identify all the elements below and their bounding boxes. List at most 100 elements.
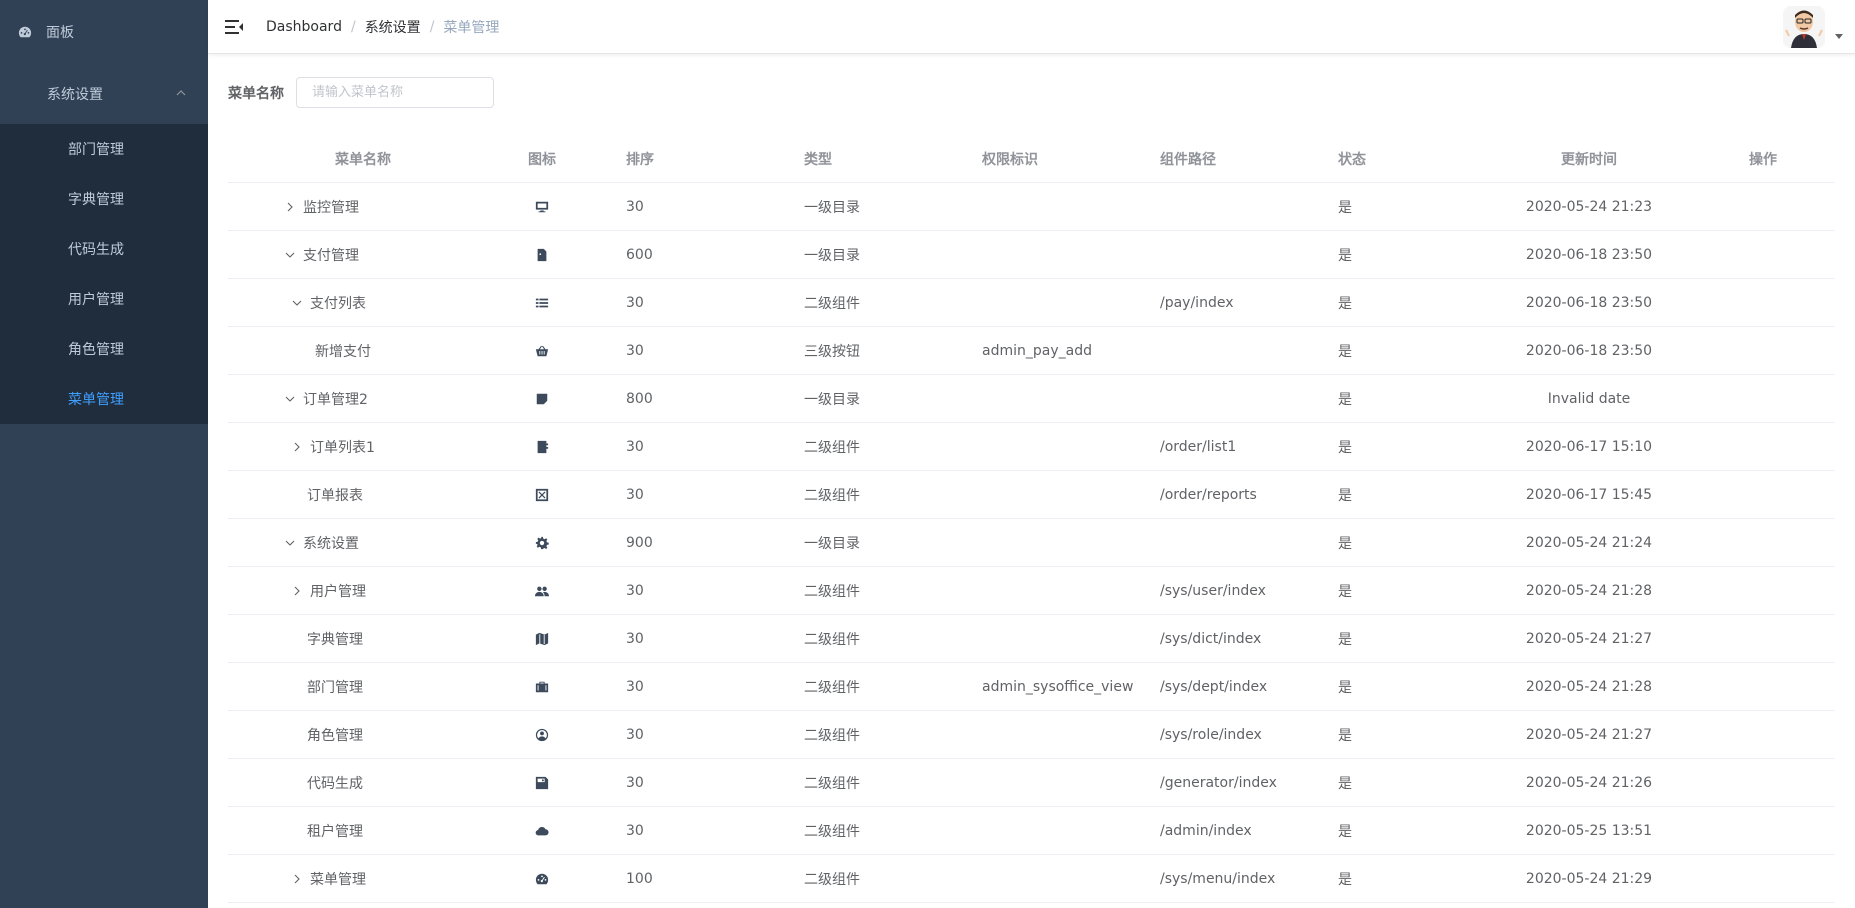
menu-name: 支付管理 bbox=[303, 247, 359, 264]
name-cell: 订单管理2 bbox=[228, 375, 478, 422]
order-cell: 30 bbox=[626, 822, 644, 839]
table-row: 支付管理 600 一级目录 是 2020-06-18 23:50 bbox=[228, 231, 1834, 279]
chevron-right-icon[interactable] bbox=[290, 874, 304, 884]
table-row: 支付列表 30 二级组件/pay/index 是 2020-06-18 23:50 bbox=[228, 279, 1834, 327]
table-row: 订单管理2 800 一级目录 是 Invalid date bbox=[228, 375, 1834, 423]
column-header: 菜单名称 bbox=[228, 135, 478, 182]
menu-name-search-input[interactable] bbox=[296, 77, 494, 108]
update-time-cell: 2020-05-25 13:51 bbox=[1525, 822, 1653, 839]
order-cell: 30 bbox=[626, 582, 644, 599]
sidebar-subitem[interactable]: 字典管理 bbox=[0, 174, 208, 224]
column-header: 排序 bbox=[626, 151, 654, 168]
chevron-right-icon[interactable] bbox=[290, 442, 304, 452]
avatar[interactable] bbox=[1783, 6, 1825, 48]
menu-table: 菜单名称 图标 排序 类型 权限标识 组件路径 状态 更新时间 操作 监控管理 3… bbox=[228, 135, 1834, 903]
type-cell: 二级组件 bbox=[804, 583, 860, 600]
chevron-down-icon[interactable] bbox=[283, 539, 297, 547]
table-row: 租户管理 30 二级组件/admin/index 是 2020-05-25 13:51 bbox=[228, 807, 1834, 855]
sidebar-subitem[interactable]: 用户管理 bbox=[0, 274, 208, 324]
component-path-cell: /sys/dept/index bbox=[1160, 678, 1268, 695]
name-cell: 字典管理 bbox=[228, 615, 478, 662]
gear-icon bbox=[535, 536, 549, 550]
type-cell: 二级组件 bbox=[804, 487, 860, 504]
caret-down-icon[interactable] bbox=[1835, 32, 1843, 43]
chevron-right-icon[interactable] bbox=[290, 586, 304, 596]
type-cell: 二级组件 bbox=[804, 727, 860, 744]
status-cell: 是 bbox=[1338, 631, 1352, 648]
name-cell: 代码生成 bbox=[228, 759, 478, 806]
component-path-cell: /sys/user/index bbox=[1160, 582, 1266, 599]
chevron-right-icon[interactable] bbox=[283, 202, 297, 212]
icon-cell bbox=[478, 296, 606, 310]
tree-node: 字典管理 bbox=[307, 629, 363, 649]
sidebar-subitem[interactable]: 部门管理 bbox=[0, 124, 208, 174]
update-time-cell: 2020-06-18 23:50 bbox=[1525, 294, 1653, 311]
order-cell: 30 bbox=[626, 486, 644, 503]
breadcrumb-dashboard[interactable]: Dashboard bbox=[266, 19, 342, 35]
column-header: 状态 bbox=[1338, 151, 1366, 168]
menu-name: 代码生成 bbox=[307, 775, 363, 792]
menu-name: 部门管理 bbox=[307, 679, 363, 696]
search-form: 菜单名称 bbox=[228, 77, 494, 108]
menu-name: 角色管理 bbox=[307, 727, 363, 744]
type-cell: 二级组件 bbox=[804, 439, 860, 456]
column-header: 权限标识 bbox=[982, 151, 1038, 168]
order-cell: 30 bbox=[626, 678, 644, 695]
table-row: 系统设置 900 一级目录 是 2020-05-24 21:24 bbox=[228, 519, 1834, 567]
table-row: 角色管理 30 二级组件/sys/role/index 是 2020-05-24 21:… bbox=[228, 711, 1834, 759]
type-cell: 二级组件 bbox=[804, 679, 860, 696]
component-path-cell: /admin/index bbox=[1160, 822, 1252, 839]
menu-name: 字典管理 bbox=[307, 631, 363, 648]
table-row: 新增支付 30 三级按钮 admin_pay_add 是 2020-06-18 23:50 bbox=[228, 327, 1834, 375]
column-header: 操作 bbox=[1749, 151, 1777, 168]
icon-cell bbox=[478, 248, 606, 262]
name-cell: 租户管理 bbox=[228, 807, 478, 854]
chevron-down-icon[interactable] bbox=[290, 299, 304, 307]
breadcrumb-current: 菜单管理 bbox=[443, 19, 500, 36]
icon-cell bbox=[478, 872, 606, 886]
status-cell: 是 bbox=[1338, 535, 1352, 552]
type-cell: 三级按钮 bbox=[804, 343, 860, 360]
status-cell: 是 bbox=[1338, 679, 1352, 696]
avatar-dropdown[interactable] bbox=[1783, 6, 1843, 48]
table-row: 订单列表1 30 二级组件/order/list1 是 2020-06-17 15:10 bbox=[228, 423, 1834, 471]
component-path-cell: /sys/dict/index bbox=[1160, 630, 1262, 647]
update-time-cell: 2020-05-24 21:29 bbox=[1525, 870, 1653, 887]
sidebar-group-label: 系统设置 bbox=[47, 87, 103, 103]
breadcrumb-separator: / bbox=[350, 18, 356, 35]
update-time-cell: 2020-05-24 21:28 bbox=[1525, 582, 1653, 599]
column-header: 组件路径 bbox=[1160, 151, 1216, 168]
table-row: 用户管理 30 二级组件/sys/user/index 是 2020-05-24 21:… bbox=[228, 567, 1834, 615]
update-time-cell: 2020-06-17 15:10 bbox=[1525, 438, 1653, 455]
sidebar-item-label: 面板 bbox=[46, 25, 74, 41]
chevron-down-icon[interactable] bbox=[283, 251, 297, 259]
status-cell: 是 bbox=[1338, 391, 1352, 408]
hamburger-icon[interactable] bbox=[224, 17, 244, 37]
sidebar-group-system-settings[interactable]: 系统设置 bbox=[0, 64, 208, 124]
component-path-cell: /order/list1 bbox=[1160, 438, 1237, 455]
close-box-icon bbox=[535, 488, 549, 502]
icon-cell bbox=[478, 344, 606, 358]
order-cell: 30 bbox=[626, 294, 644, 311]
breadcrumb-separator: / bbox=[429, 18, 435, 35]
order-cell: 30 bbox=[626, 726, 644, 743]
order-cell: 900 bbox=[626, 534, 653, 551]
sidebar-subitem[interactable]: 菜单管理 bbox=[0, 374, 208, 424]
note-icon bbox=[535, 392, 549, 406]
icon-cell bbox=[478, 392, 606, 406]
status-cell: 是 bbox=[1338, 247, 1352, 264]
type-cell: 二级组件 bbox=[804, 631, 860, 648]
table-body: 监控管理 30 一级目录是 2020-05-24 21:23 支付管理 600 一级目录是 2… bbox=[228, 183, 1834, 903]
update-time-cell: 2020-06-17 15:45 bbox=[1525, 486, 1653, 503]
search-label: 菜单名称 bbox=[228, 85, 284, 102]
type-cell: 二级组件 bbox=[804, 775, 860, 792]
sidebar-subitem[interactable]: 代码生成 bbox=[0, 224, 208, 274]
menu-name: 订单列表1 bbox=[310, 439, 375, 456]
sidebar-item-dashboard[interactable]: 面板 bbox=[0, 0, 208, 64]
update-time-cell: 2020-05-24 21:26 bbox=[1525, 774, 1653, 791]
chevron-down-icon[interactable] bbox=[283, 395, 297, 403]
sidebar-subitem[interactable]: 角色管理 bbox=[0, 324, 208, 374]
permission-cell: admin_sysoffice_view bbox=[982, 678, 1134, 695]
tree-node: 角色管理 bbox=[307, 725, 363, 745]
document-icon bbox=[535, 248, 549, 262]
